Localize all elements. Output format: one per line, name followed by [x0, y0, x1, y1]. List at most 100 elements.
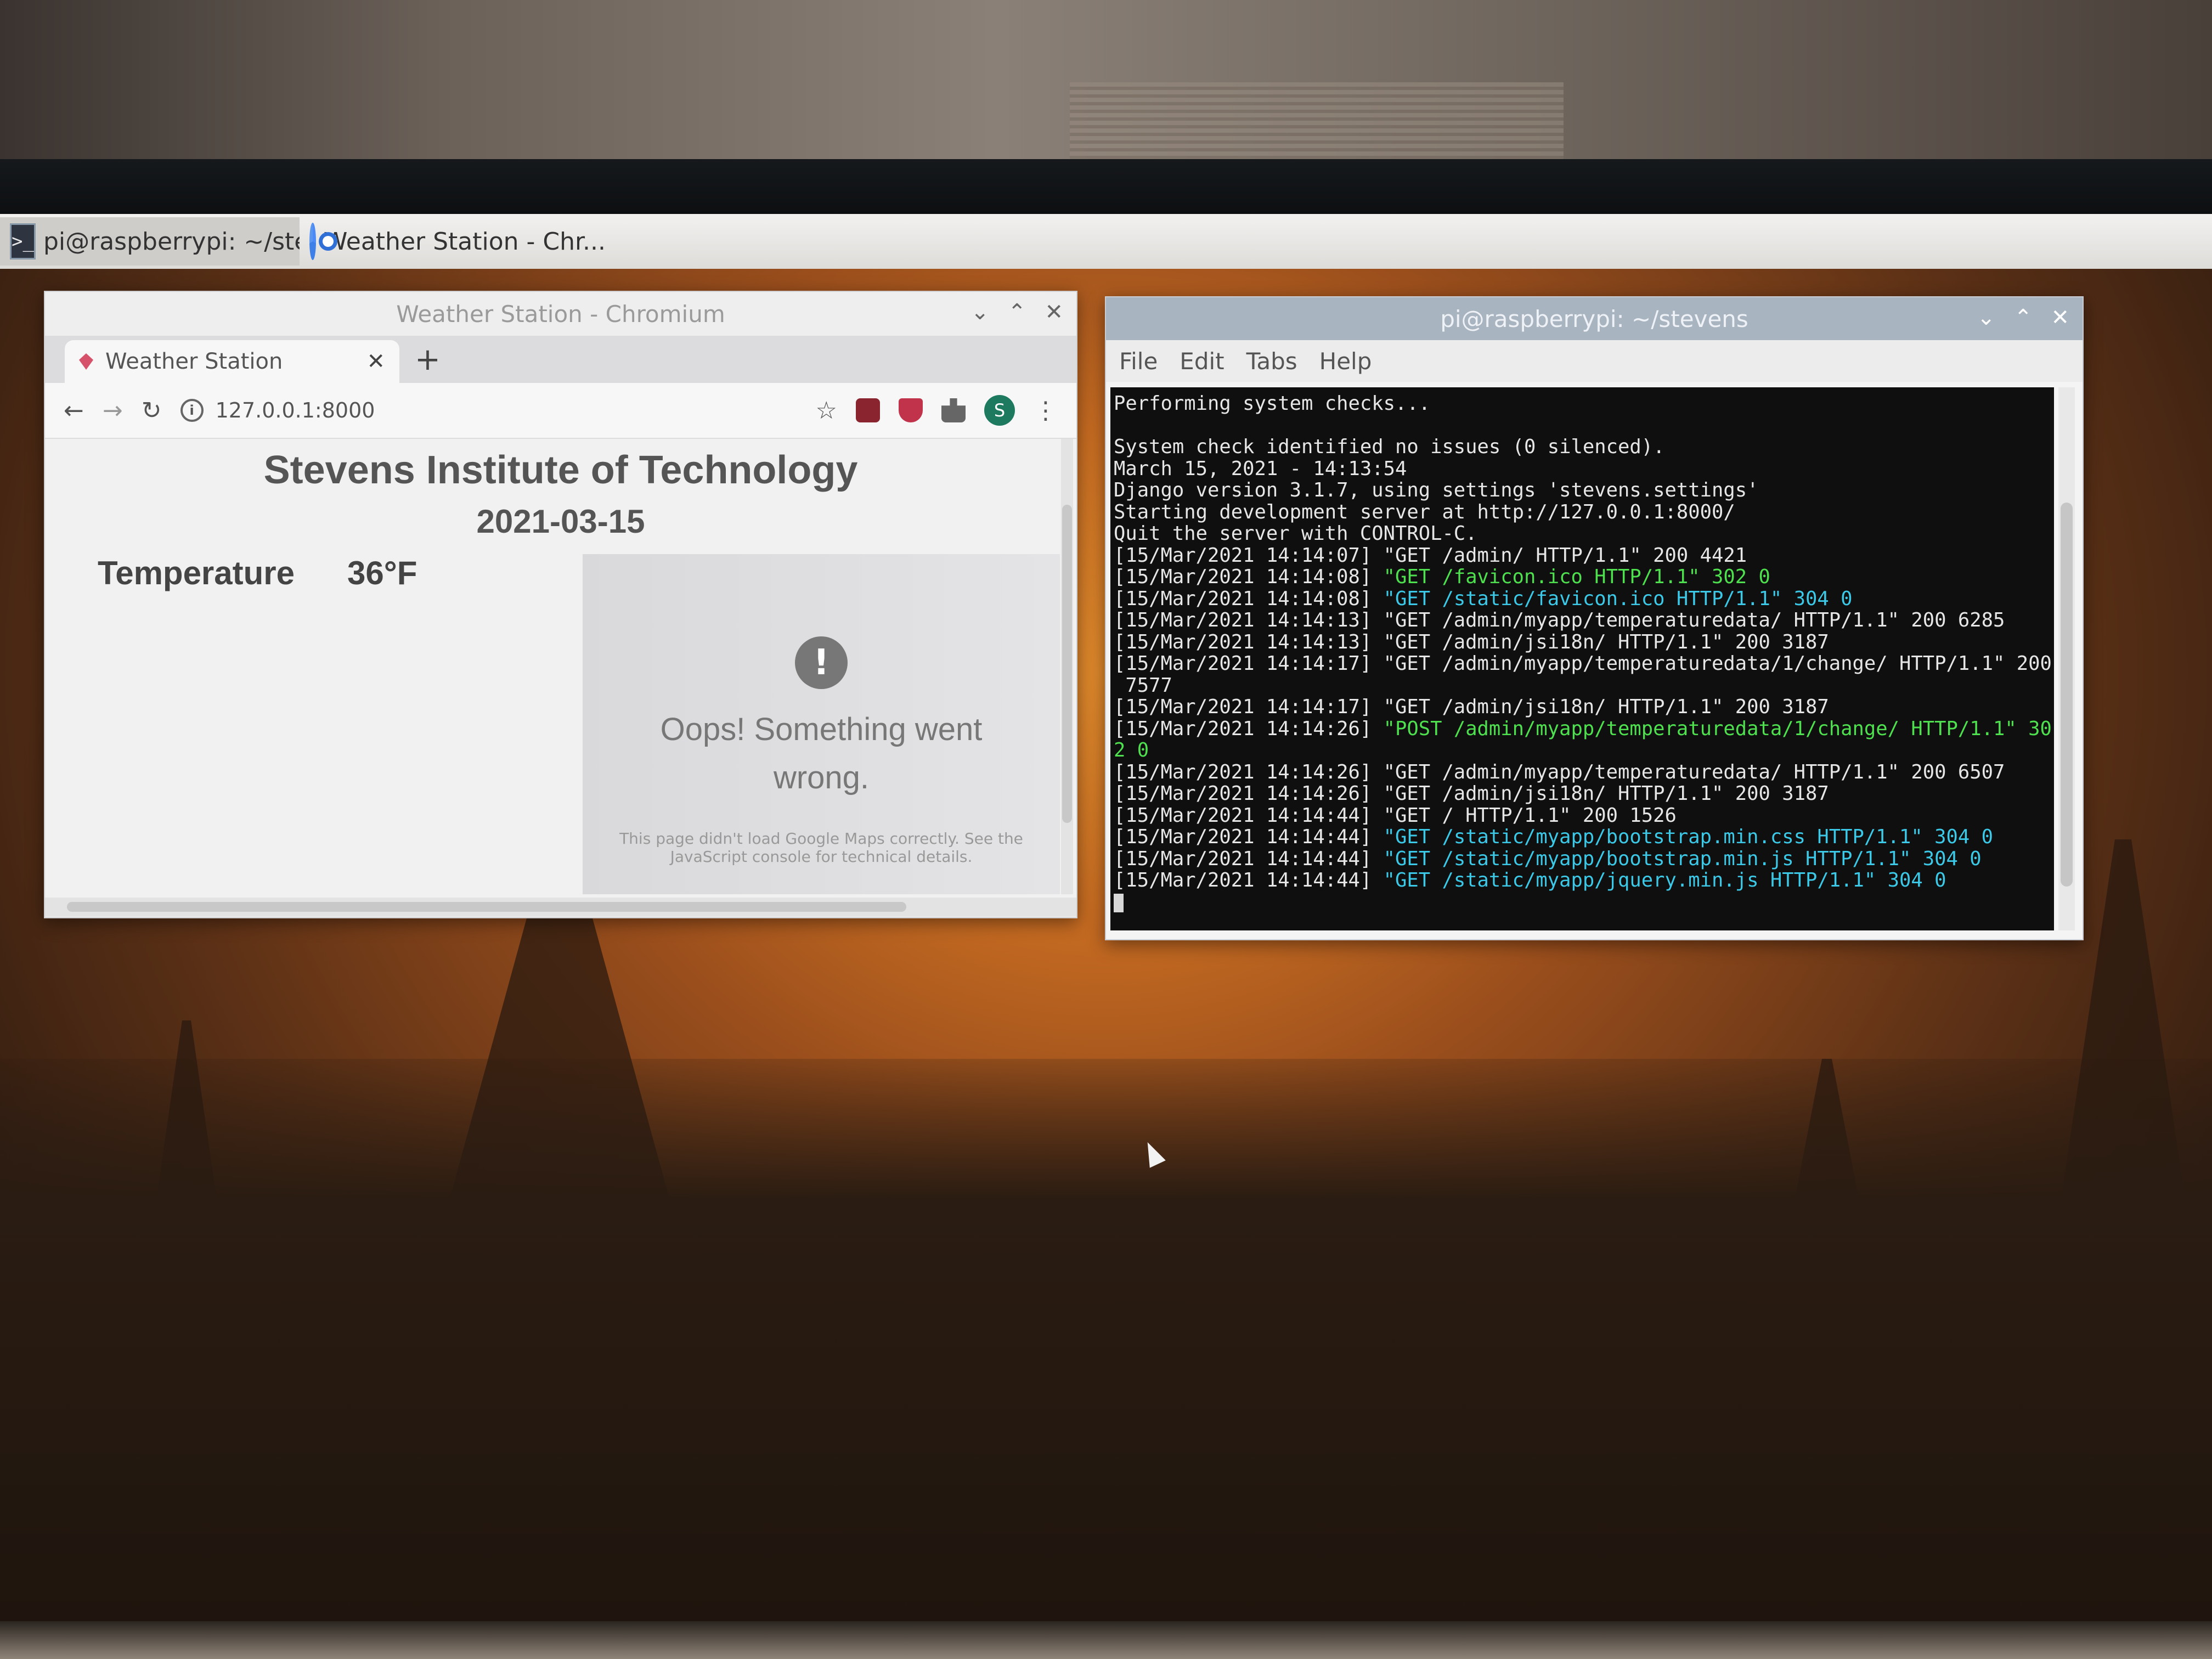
- page-title: Stevens Institute of Technology: [263, 448, 858, 492]
- terminal-line: [15/Mar/2021 14:14:26] "GET /admin/myapp…: [1114, 761, 2051, 783]
- terminal-line: [15/Mar/2021 14:14:44] "GET / HTTP/1.1" …: [1114, 804, 2051, 827]
- terminal-line: 7577: [1114, 674, 2051, 697]
- page-date: 2021-03-15: [476, 503, 645, 540]
- new-tab-button[interactable]: +: [415, 342, 441, 377]
- minimize-icon[interactable]: ⌄: [970, 300, 989, 325]
- horizontal-scrollbar[interactable]: [45, 898, 1076, 916]
- scrollbar-thumb[interactable]: [2061, 503, 2073, 887]
- terminal-line-segment: "GET /static/myapp/bootstrap.min.js HTTP…: [1383, 847, 1982, 870]
- terminal-line: [15/Mar/2021 14:14:26] "GET /admin/jsi18…: [1114, 783, 2051, 805]
- tab-weather-station[interactable]: Weather Station ✕: [65, 340, 399, 383]
- chromium-icon: [309, 223, 337, 260]
- profile-avatar[interactable]: S: [984, 395, 1015, 426]
- taskbar-item-label: pi@raspberrypi: ~/ste...: [43, 227, 300, 256]
- taskbar-item-label: Weather Station - Chr...: [323, 227, 606, 256]
- terminal-line-segment: 7577: [1114, 674, 1172, 697]
- terminal-line-segment: Starting development server at http://12…: [1114, 500, 1735, 523]
- close-icon[interactable]: ✕: [2051, 305, 2069, 330]
- error-icon: !: [795, 636, 848, 689]
- terminal-line-segment: [15/Mar/2021 14:14:26] "GET /admin/myapp…: [1114, 760, 2005, 783]
- taskbar-item-chromium[interactable]: Weather Station - Chr...: [300, 217, 616, 266]
- terminal-line-segment: "GET /static/myapp/bootstrap.min.css HTT…: [1383, 826, 1993, 848]
- terminal-line: [15/Mar/2021 14:14:26] "POST /admin/myap…: [1114, 717, 2052, 740]
- terminal-line: Quit the server with CONTROL-C.: [1114, 523, 2051, 545]
- terminal-line-segment: [15/Mar/2021 14:14:26]: [1114, 717, 1384, 740]
- monitor-bezel-top: [0, 159, 2212, 219]
- terminal-line-segment: Quit the server with CONTROL-C.: [1114, 522, 1477, 545]
- bookmark-star-icon[interactable]: ☆: [816, 397, 837, 425]
- terminal-line-segment: Django version 3.1.7, using settings 'st…: [1114, 479, 1759, 501]
- scrollbar-thumb[interactable]: [67, 902, 906, 912]
- taskbar-item-terminal[interactable]: >_ pi@raspberrypi: ~/ste...: [0, 217, 300, 266]
- terminal-output[interactable]: Performing system checks... System check…: [1110, 387, 2054, 930]
- menu-kebab-icon[interactable]: ⋮: [1034, 397, 1058, 425]
- terminal-line-segment: Performing system checks...: [1114, 392, 1431, 415]
- address-bar[interactable]: i 127.0.0.1:8000: [180, 398, 797, 422]
- terminal-line: [15/Mar/2021 14:14:17] "GET /admin/myapp…: [1114, 652, 2052, 675]
- terminal-line: [15/Mar/2021 14:14:13] "GET /admin/jsi18…: [1114, 631, 2051, 653]
- terminal-scrollbar[interactable]: [2058, 387, 2075, 930]
- map-error-panel: ! Oops! Something went wrong. This page …: [583, 554, 1060, 894]
- window-blind: [1070, 82, 1564, 159]
- vertical-scrollbar[interactable]: [1061, 439, 1073, 894]
- tab-label: Weather Station: [105, 349, 283, 374]
- window-title: Weather Station - Chromium: [396, 300, 725, 328]
- minimize-icon[interactable]: ⌄: [1977, 305, 1995, 330]
- tab-strip: Weather Station ✕ +: [45, 336, 1076, 383]
- extension-icon[interactable]: [856, 398, 880, 422]
- terminal-line-segment: [1114, 414, 1125, 437]
- terminal-line-segment: "POST /admin/myapp/temperaturedata/1/cha…: [1383, 717, 2052, 740]
- terminal-line: [15/Mar/2021 14:14:44] "GET /static/myap…: [1114, 870, 2051, 891]
- window-controls: ⌄ ⌃ ✕: [1977, 305, 2069, 330]
- close-tab-icon[interactable]: ✕: [366, 349, 385, 374]
- extensions-puzzle-icon[interactable]: [941, 398, 966, 422]
- window-title: pi@raspberrypi: ~/stevens: [1440, 305, 1748, 332]
- reload-icon[interactable]: ↻: [142, 397, 162, 425]
- terminal-line: [15/Mar/2021 14:14:13] "GET /admin/myapp…: [1114, 610, 2051, 631]
- terminal-line-segment: [15/Mar/2021 14:14:13] "GET /admin/myapp…: [1114, 609, 2005, 631]
- terminal-line-segment: [15/Mar/2021 14:14:26] "GET /admin/jsi18…: [1114, 782, 1829, 805]
- terminal-line: March 15, 2021 - 14:13:54: [1114, 458, 2051, 480]
- menu-edit[interactable]: Edit: [1180, 348, 1224, 375]
- terminal-line-segment: [15/Mar/2021 14:14:07] "GET /admin/ HTTP…: [1114, 544, 1747, 567]
- menu-file[interactable]: File: [1119, 348, 1158, 375]
- maximize-icon[interactable]: ⌃: [1008, 300, 1026, 325]
- window-controls: ⌄ ⌃ ✕: [970, 300, 1063, 325]
- terminal-cursor: [1114, 893, 1124, 912]
- maximize-icon[interactable]: ⌃: [2014, 305, 2033, 330]
- favicon-icon: [79, 353, 93, 370]
- terminal-titlebar[interactable]: pi@raspberrypi: ~/stevens ⌄ ⌃ ✕: [1106, 297, 2083, 340]
- terminal-line: [15/Mar/2021 14:14:17] "GET /admin/jsi18…: [1114, 696, 2051, 718]
- map-error-detail: This page didn't load Google Maps correc…: [619, 830, 1023, 866]
- terminal-line: [15/Mar/2021 14:14:44] "GET /static/myap…: [1114, 826, 2051, 848]
- terminal-line-segment: [15/Mar/2021 14:14:44]: [1114, 826, 1384, 848]
- forward-icon[interactable]: →: [103, 397, 123, 425]
- menu-help[interactable]: Help: [1319, 348, 1372, 375]
- room-background: [0, 0, 2212, 170]
- terminal-line-segment: [15/Mar/2021 14:14:17] "GET /admin/jsi18…: [1114, 696, 1829, 718]
- url-text: 127.0.0.1:8000: [215, 398, 375, 422]
- web-page: Stevens Institute of Technology 2021-03-…: [45, 439, 1076, 916]
- terminal-line: [15/Mar/2021 14:14:08] "GET /favicon.ico…: [1114, 566, 2051, 588]
- site-info-icon[interactable]: i: [180, 399, 204, 422]
- browser-titlebar[interactable]: Weather Station - Chromium ⌄ ⌃ ✕: [45, 292, 1076, 336]
- terminal-menubar: File Edit Tabs Help: [1106, 340, 2083, 382]
- terminal-line: [15/Mar/2021 14:14:07] "GET /admin/ HTTP…: [1114, 544, 2051, 567]
- terminal-line-segment: [15/Mar/2021 14:14:44] "GET / HTTP/1.1" …: [1114, 804, 1677, 827]
- close-icon[interactable]: ✕: [1045, 300, 1063, 325]
- browser-toolbar: ← → ↻ i 127.0.0.1:8000 ☆ S ⋮: [45, 383, 1076, 439]
- terminal-line-segment: [15/Mar/2021 14:14:44]: [1114, 847, 1384, 870]
- terminal-line: [15/Mar/2021 14:14:08] "GET /static/favi…: [1114, 588, 2051, 610]
- terminal-window: pi@raspberrypi: ~/stevens ⌄ ⌃ ✕ File Edi…: [1105, 296, 2084, 940]
- ublock-shield-icon[interactable]: [899, 398, 923, 422]
- back-icon[interactable]: ←: [64, 397, 84, 425]
- terminal-line-segment: [15/Mar/2021 14:14:17] "GET /admin/myapp…: [1114, 652, 2052, 675]
- monitor-bezel-bottom: [0, 1621, 2212, 1659]
- terminal-line: Starting development server at http://12…: [1114, 501, 2051, 523]
- menu-tabs[interactable]: Tabs: [1246, 348, 1297, 375]
- wallpaper-forest: [0, 1059, 2212, 1624]
- scrollbar-thumb[interactable]: [1062, 505, 1072, 823]
- terminal-line-segment: 2 0: [1114, 739, 1149, 761]
- terminal-line: [1114, 415, 2051, 437]
- terminal-line-segment: March 15, 2021 - 14:13:54: [1114, 457, 1407, 480]
